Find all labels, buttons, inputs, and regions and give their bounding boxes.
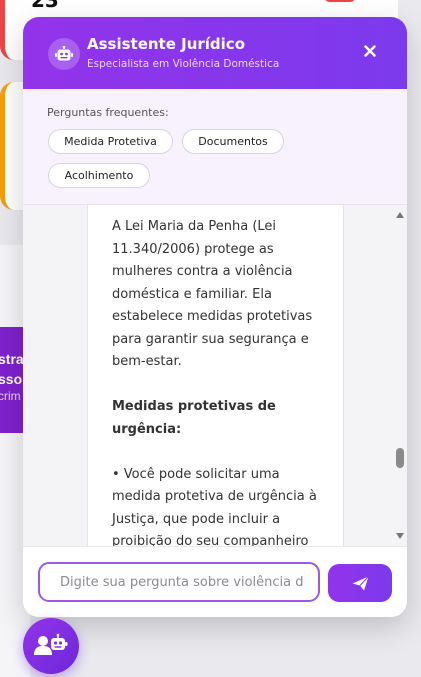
background-card-badge (324, 0, 356, 2)
send-button[interactable] (328, 564, 392, 602)
chat-header: Assistente Jurídico Especialista em Viol… (23, 17, 407, 89)
message-heading: Medidas protetivas de urgência: (112, 399, 276, 437)
robot-icon (48, 38, 80, 70)
faq-chip-acolhimento[interactable]: Acolhimento (48, 163, 150, 188)
scroll-down-arrow-icon[interactable] (396, 533, 404, 539)
message-paragraph: A Lei Maria da Penha (Lei 11.340/2006) p… (112, 219, 313, 369)
close-icon (364, 45, 376, 57)
user-robot-chat-icon (34, 633, 68, 655)
message-bullet: • Você pode solicitar uma medida proteti… (112, 466, 317, 547)
scroll-up-arrow-icon[interactable] (396, 212, 404, 218)
message-composer (23, 546, 407, 617)
chat-window: Assistente Jurídico Especialista em Viol… (23, 17, 407, 617)
background-banner-line: sso (0, 371, 23, 387)
faq-chip-documentos[interactable]: Documentos (182, 129, 284, 154)
faq-section: Perguntas frequentes: Medida Protetiva D… (23, 89, 407, 205)
faq-chip-medida-protetiva[interactable]: Medida Protetiva (48, 129, 173, 154)
message-list[interactable]: A Lei Maria da Penha (Lei 11.340/2006) p… (23, 205, 407, 546)
chat-subtitle: Especialista em Violência Doméstica (87, 58, 280, 70)
close-button[interactable] (361, 42, 379, 60)
background-banner-line: crim (0, 389, 21, 403)
faq-label: Perguntas frequentes: (47, 106, 169, 119)
assistant-launcher-button[interactable] (23, 618, 79, 674)
assistant-message: A Lei Maria da Penha (Lei 11.340/2006) p… (87, 205, 344, 546)
background-card-number: 23 (31, 0, 59, 12)
chat-title: Assistente Jurídico (87, 35, 245, 53)
paper-plane-icon (352, 575, 369, 590)
question-input[interactable] (38, 562, 320, 602)
background-banner-line: stra (0, 351, 24, 367)
scrollbar-thumb[interactable] (396, 448, 404, 468)
message-scrollbar[interactable] (393, 205, 407, 546)
